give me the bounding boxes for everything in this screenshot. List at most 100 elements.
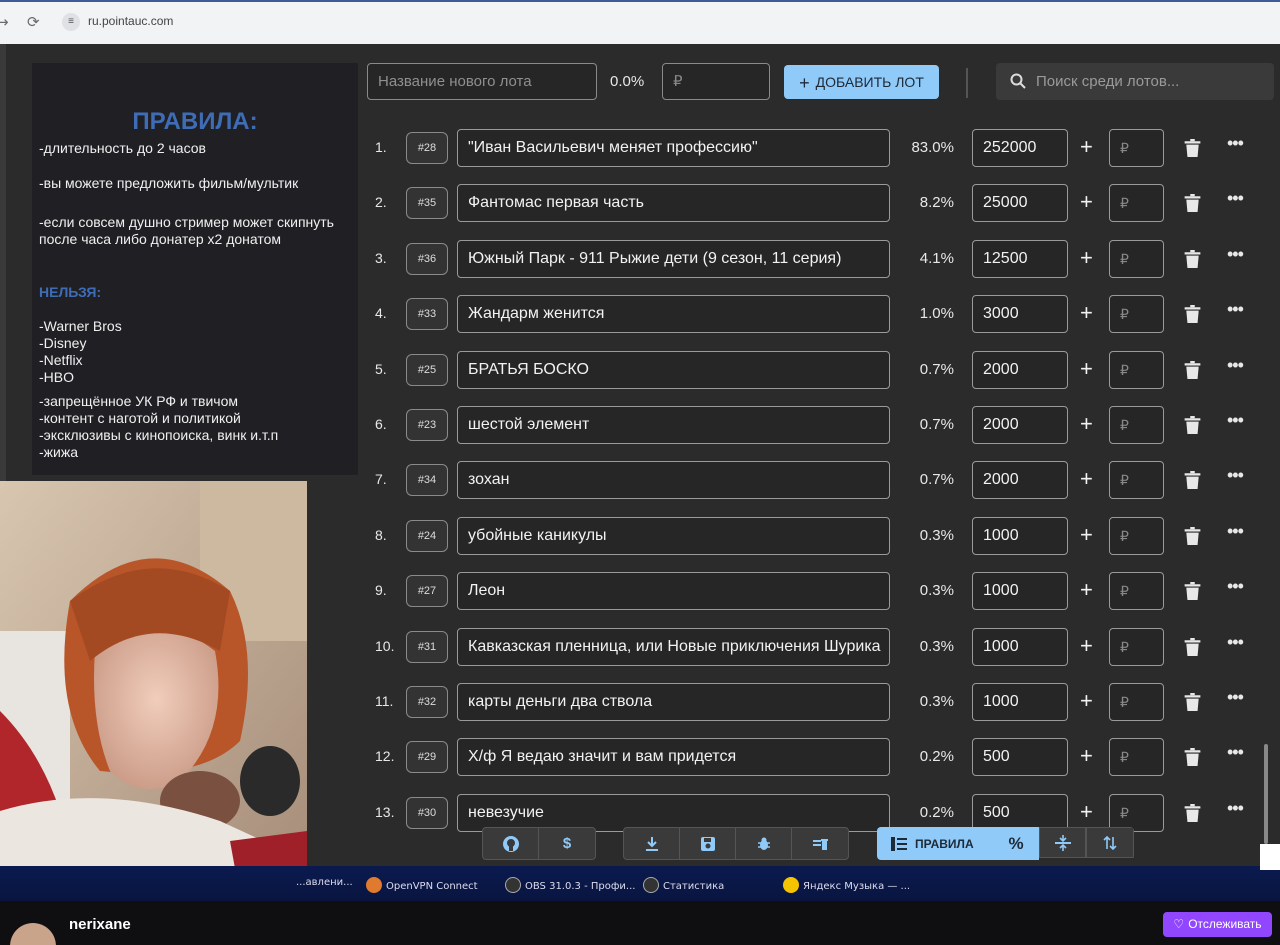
delete-icon[interactable] bbox=[1184, 637, 1201, 656]
forward-icon[interactable]: → bbox=[0, 13, 9, 31]
lot-amount-field[interactable]: 3000 bbox=[972, 295, 1068, 334]
avatar[interactable] bbox=[10, 923, 56, 945]
lot-id-badge[interactable]: #29 bbox=[406, 741, 448, 774]
more-options-icon[interactable]: ••• bbox=[1227, 410, 1244, 431]
delete-icon[interactable] bbox=[1184, 582, 1201, 601]
lot-id-badge[interactable]: #32 bbox=[406, 686, 448, 718]
lot-amount-field[interactable]: 252000 bbox=[972, 129, 1068, 167]
lot-amount-field[interactable]: 1000 bbox=[972, 627, 1068, 666]
search-input[interactable] bbox=[1036, 63, 1266, 100]
lot-extra-amount-input[interactable]: ₽ bbox=[1109, 129, 1164, 167]
lot-extra-amount-input[interactable]: ₽ bbox=[1109, 572, 1164, 611]
add-amount-icon[interactable]: + bbox=[1080, 577, 1093, 603]
more-options-icon[interactable]: ••• bbox=[1227, 576, 1244, 597]
add-amount-icon[interactable]: + bbox=[1080, 245, 1093, 271]
clear-button[interactable] bbox=[792, 828, 848, 859]
save-button[interactable] bbox=[680, 828, 736, 859]
lot-name-field[interactable]: убойные каникулы bbox=[457, 516, 890, 555]
taskbar-openvpn[interactable]: OpenVPN Connect bbox=[366, 877, 478, 893]
lot-id-badge[interactable]: #28 bbox=[406, 132, 448, 164]
delete-icon[interactable] bbox=[1184, 471, 1201, 490]
taskbar-stats[interactable]: Статистика bbox=[643, 877, 724, 893]
add-amount-icon[interactable]: + bbox=[1080, 411, 1093, 437]
taskbar-item[interactable]: ...авлени... bbox=[296, 877, 353, 888]
lot-name-field[interactable]: зохан bbox=[457, 461, 890, 500]
more-options-icon[interactable]: ••• bbox=[1227, 133, 1244, 154]
add-amount-icon[interactable]: + bbox=[1080, 466, 1093, 492]
taskbar-obs[interactable]: OBS 31.0.3 - Профи... bbox=[505, 877, 635, 893]
lot-name-field[interactable]: Х/ф Я ведаю значит и вам придется bbox=[457, 738, 890, 777]
compact-button[interactable] bbox=[1039, 827, 1086, 858]
lot-id-badge[interactable]: #25 bbox=[406, 353, 448, 386]
add-amount-icon[interactable]: + bbox=[1080, 134, 1093, 160]
lot-amount-field[interactable]: 1000 bbox=[972, 572, 1068, 611]
lot-id-badge[interactable]: #30 bbox=[406, 796, 448, 829]
delete-icon[interactable] bbox=[1184, 693, 1201, 711]
lot-id-badge[interactable]: #36 bbox=[406, 242, 448, 275]
lot-name-field[interactable]: Южный Парк - 911 Рыжие дети (9 сезон, 11… bbox=[457, 239, 890, 278]
delete-icon[interactable] bbox=[1184, 360, 1201, 379]
lot-amount-field[interactable]: 2000 bbox=[972, 461, 1068, 500]
lot-name-field[interactable]: БРАТЬЯ БОСКО bbox=[457, 350, 890, 389]
delete-icon[interactable] bbox=[1184, 249, 1201, 268]
lot-extra-amount-input[interactable]: ₽ bbox=[1109, 738, 1164, 777]
lot-amount-field[interactable]: 12500 bbox=[972, 239, 1068, 278]
lot-amount-field[interactable]: 2000 bbox=[972, 406, 1068, 444]
more-options-icon[interactable]: ••• bbox=[1227, 355, 1244, 376]
lot-extra-amount-input[interactable]: ₽ bbox=[1109, 350, 1164, 389]
delete-icon[interactable] bbox=[1184, 526, 1201, 545]
more-options-icon[interactable]: ••• bbox=[1227, 742, 1244, 763]
reload-icon[interactable]: ⟳ bbox=[27, 13, 40, 31]
donate-button[interactable]: $ bbox=[539, 828, 595, 859]
more-options-icon[interactable]: ••• bbox=[1227, 244, 1244, 265]
delete-icon[interactable] bbox=[1184, 416, 1201, 434]
add-amount-icon[interactable]: + bbox=[1080, 743, 1093, 769]
add-amount-icon[interactable]: + bbox=[1080, 633, 1093, 659]
delete-icon[interactable] bbox=[1184, 803, 1201, 822]
sort-button[interactable] bbox=[1086, 827, 1134, 858]
lot-extra-amount-input[interactable]: ₽ bbox=[1109, 683, 1164, 721]
more-options-icon[interactable]: ••• bbox=[1227, 632, 1244, 653]
debug-button[interactable] bbox=[736, 828, 792, 859]
channel-name[interactable]: nerixane bbox=[69, 916, 131, 933]
add-amount-icon[interactable]: + bbox=[1080, 799, 1093, 825]
lot-id-badge[interactable]: #34 bbox=[406, 464, 448, 497]
lot-amount-field[interactable]: 25000 bbox=[972, 184, 1068, 223]
github-button[interactable] bbox=[483, 828, 539, 859]
lot-name-field[interactable]: Кавказская пленница, или Новые приключен… bbox=[457, 627, 890, 666]
lot-amount-field[interactable]: 1000 bbox=[972, 683, 1068, 721]
delete-icon[interactable] bbox=[1184, 139, 1201, 157]
add-amount-icon[interactable]: + bbox=[1080, 522, 1093, 548]
lot-amount-field[interactable]: 1000 bbox=[972, 516, 1068, 555]
follow-button[interactable]: ♡ Отслеживать bbox=[1163, 912, 1272, 937]
lot-extra-amount-input[interactable]: ₽ bbox=[1109, 239, 1164, 278]
lot-name-field[interactable]: Жандарм женится bbox=[457, 295, 890, 334]
lot-name-field[interactable]: карты деньги два ствола bbox=[457, 683, 890, 721]
lot-id-badge[interactable]: #23 bbox=[406, 409, 448, 441]
lot-name-field[interactable]: "Иван Васильевич меняет профессию" bbox=[457, 129, 890, 167]
lot-id-badge[interactable]: #31 bbox=[406, 630, 448, 663]
site-info-icon[interactable]: ≡ bbox=[62, 13, 80, 31]
lot-id-badge[interactable]: #35 bbox=[406, 187, 448, 220]
lot-name-field[interactable]: Леон bbox=[457, 572, 890, 611]
taskbar-music[interactable]: Яндекс Музыка — ... bbox=[783, 877, 910, 893]
lot-extra-amount-input[interactable]: ₽ bbox=[1109, 406, 1164, 444]
more-options-icon[interactable]: ••• bbox=[1227, 465, 1244, 486]
more-options-icon[interactable]: ••• bbox=[1227, 299, 1244, 320]
download-button[interactable] bbox=[624, 828, 680, 859]
delete-icon[interactable] bbox=[1184, 748, 1201, 767]
more-options-icon[interactable]: ••• bbox=[1227, 798, 1244, 819]
delete-icon[interactable] bbox=[1184, 194, 1201, 213]
delete-icon[interactable] bbox=[1184, 305, 1201, 324]
add-lot-button[interactable]: + ДОБАВИТЬ ЛОТ bbox=[784, 65, 939, 99]
rules-toggle-button[interactable]: ПРАВИЛА % bbox=[877, 827, 1039, 860]
lot-extra-amount-input[interactable]: ₽ bbox=[1109, 295, 1164, 334]
more-options-icon[interactable]: ••• bbox=[1227, 687, 1244, 708]
new-lot-name-input[interactable] bbox=[367, 63, 597, 100]
more-options-icon[interactable]: ••• bbox=[1227, 188, 1244, 209]
more-options-icon[interactable]: ••• bbox=[1227, 521, 1244, 542]
lot-extra-amount-input[interactable]: ₽ bbox=[1109, 627, 1164, 666]
lot-extra-amount-input[interactable]: ₽ bbox=[1109, 461, 1164, 500]
url-text[interactable]: ru.pointauc.com bbox=[88, 14, 173, 28]
lot-name-field[interactable]: шестой элемент bbox=[457, 406, 890, 444]
